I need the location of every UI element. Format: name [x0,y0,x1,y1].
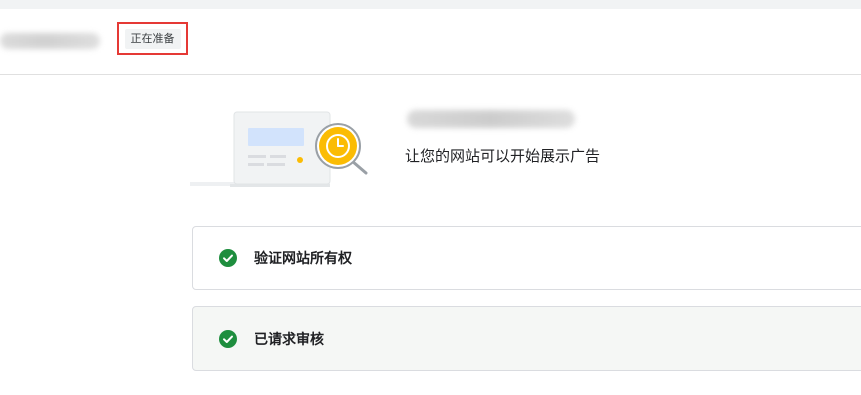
site-header: 正在准备 [0,9,861,75]
site-info: 让您的网站可以开始展示广告 [405,110,705,166]
blurred-site-name [407,110,575,128]
check-circle-icon [219,329,237,348]
check-circle-icon [219,249,237,267]
site-description: 让您的网站可以开始展示广告 [405,147,601,165]
blurred-domain-name[interactable] [0,33,100,49]
step-label: 已请求审核 [254,331,324,348]
step-label: 验证网站所有权 [254,251,352,267]
step-review-requested[interactable]: 已请求审核 [192,306,861,371]
site-review-illustration [190,111,368,187]
status-badge: 正在准备 [124,28,181,49]
status-badge-highlight: 正在准备 [117,22,188,55]
step-verify-ownership[interactable]: 验证网站所有权 [192,226,861,290]
top-strip [0,0,861,9]
